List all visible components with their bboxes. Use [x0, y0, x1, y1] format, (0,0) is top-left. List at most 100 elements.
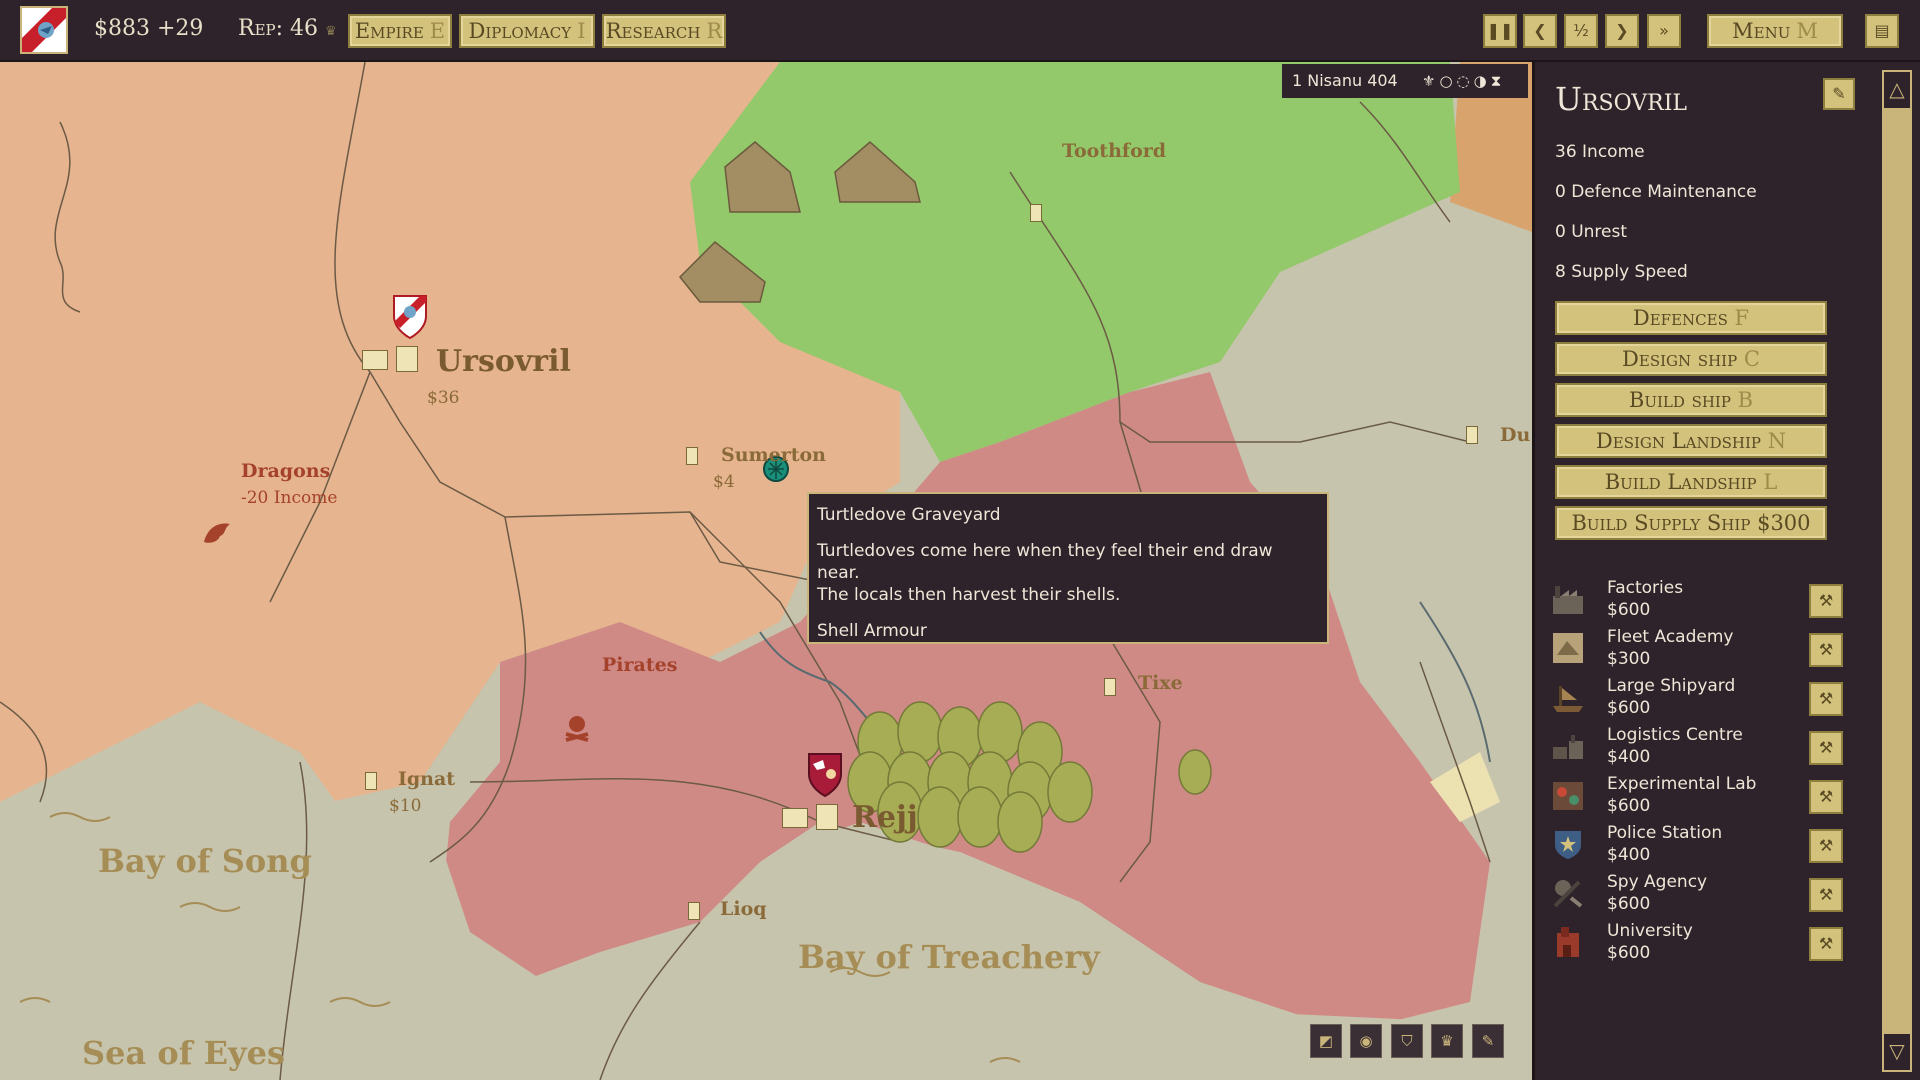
build-landship-button-label: Build Landship — [1604, 470, 1757, 494]
build-supply-ship-button-label: Build Supply Ship $300 — [1571, 511, 1811, 535]
empire-button[interactable]: Empire E — [348, 14, 452, 48]
reputation-label: Rep: 46 — [238, 16, 319, 41]
city-label-sumerton[interactable]: Sumerton — [721, 444, 826, 466]
scroll-down-button[interactable]: ▽ — [1882, 1032, 1912, 1072]
build-police-station-button[interactable]: ⚒ — [1809, 829, 1843, 863]
map-mode-4-button[interactable]: ♛ — [1431, 1024, 1463, 1058]
building-cost: $600 — [1607, 698, 1651, 718]
hammer-icon: ⚒ — [1818, 591, 1834, 610]
build-supply-ship-button[interactable]: Build Supply Ship $300 — [1555, 506, 1827, 540]
building-row: University $600 ⚒ — [1551, 921, 1861, 965]
city-panel-title: Ursovril — [1555, 80, 1688, 118]
fast-forward-icon: » — [1659, 21, 1669, 40]
tixe-town-marker[interactable] — [1104, 678, 1116, 696]
city-label-rejj[interactable]: Rejj — [852, 800, 918, 835]
scroll-up-button[interactable]: △ — [1882, 70, 1912, 110]
build-large-shipyard-button[interactable]: ⚒ — [1809, 682, 1843, 716]
building-name: Fleet Academy — [1607, 627, 1734, 647]
city-label-ignat[interactable]: Ignat — [398, 768, 455, 790]
empire-button-label: Empire — [354, 19, 424, 43]
building-cost: $600 — [1607, 943, 1651, 963]
university-icon — [1557, 927, 1579, 957]
speed-half-button[interactable]: ½ — [1564, 14, 1598, 48]
toothford-town-marker[interactable] — [1030, 204, 1042, 222]
defences-button[interactable]: Defences F — [1555, 301, 1827, 335]
pirates-label[interactable]: Pirates — [602, 654, 677, 676]
player-flag-icon[interactable] — [20, 6, 68, 54]
city-label-tixe[interactable]: Tixe — [1138, 672, 1183, 694]
defences-button-label: Defences — [1632, 306, 1728, 330]
building-row: Logistics Centre $400 ⚒ — [1551, 725, 1861, 769]
building-name: Logistics Centre — [1607, 725, 1743, 745]
map-mode-2-button[interactable]: ◉ — [1350, 1024, 1382, 1058]
design-ship-button[interactable]: Design ship C — [1555, 342, 1827, 376]
build-ship-button[interactable]: Build ship B — [1555, 383, 1827, 417]
panel-scrollbar[interactable]: △ ▽ — [1876, 62, 1920, 1080]
build-spy-agency-button[interactable]: ⚒ — [1809, 878, 1843, 912]
map-mode-3-button[interactable]: ⛉ — [1391, 1024, 1423, 1058]
build-factories-button[interactable]: ⚒ — [1809, 584, 1843, 618]
design-ship-button-label: Design ship — [1622, 347, 1738, 371]
treasury-value: $883 +29 — [94, 16, 204, 41]
lioq-town-marker[interactable] — [688, 902, 700, 920]
pirate-skull-icon[interactable] — [562, 712, 592, 742]
hammer-icon: ⚒ — [1818, 640, 1834, 659]
tooltip-line-2: The locals then harvest their shells. — [817, 585, 1121, 605]
build-landship-button[interactable]: Build Landship L — [1555, 465, 1827, 499]
hammer-icon: ⚒ — [1818, 689, 1834, 708]
design-landship-button-label: Design Landship — [1595, 429, 1761, 453]
map-mode-1-button[interactable]: ◩ — [1310, 1024, 1342, 1058]
design-landship-button[interactable]: Design Landship N — [1555, 424, 1827, 458]
city-income-ignat: $10 — [389, 796, 422, 816]
build-landship-hotkey: L — [1763, 470, 1778, 494]
build-fleet-academy-button[interactable]: ⚒ — [1809, 633, 1843, 667]
build-university-button[interactable]: ⚒ — [1809, 927, 1843, 961]
play-icon: ❯ — [1615, 21, 1629, 40]
building-name: Police Station — [1607, 823, 1723, 843]
ursovril-buildings-icon[interactable] — [362, 346, 422, 372]
dragon-icon[interactable] — [200, 518, 234, 548]
build-logistics-centre-button[interactable]: ⚒ — [1809, 731, 1843, 765]
hammer-icon: ⚒ — [1818, 885, 1834, 904]
menu-button[interactable]: Menu M — [1707, 14, 1843, 48]
menu-button-label: Menu — [1732, 19, 1791, 43]
ursovril-shield-icon[interactable] — [390, 292, 430, 342]
stat-defence-maintenance: 0 Defence Maintenance — [1555, 182, 1757, 202]
rejj-shield-icon[interactable] — [805, 750, 845, 800]
building-row: Experimental Lab $600 ⚒ — [1551, 774, 1861, 818]
city-label-lioq[interactable]: Lioq — [720, 898, 767, 920]
building-name: University — [1607, 921, 1693, 941]
speed-fast-button[interactable]: » — [1647, 14, 1681, 48]
ignat-town-marker[interactable] — [365, 772, 377, 790]
speed-normal-button[interactable]: ❯ — [1605, 14, 1639, 48]
rewind-icon: ❮ — [1533, 21, 1547, 40]
building-name: Large Shipyard — [1607, 676, 1736, 696]
triangle-down-icon: ▽ — [1889, 1039, 1905, 1063]
city-label-du[interactable]: Du — [1500, 424, 1530, 446]
sumerton-town-marker[interactable] — [686, 447, 698, 465]
empire-hotkey: E — [429, 19, 446, 43]
pause-button[interactable]: ❚❚ — [1483, 14, 1517, 48]
crown-icon: ♛ — [325, 24, 337, 39]
building-name: Factories — [1607, 578, 1684, 598]
building-row: Fleet Academy $300 ⚒ — [1551, 627, 1861, 671]
triangle-up-icon: △ — [1889, 77, 1905, 101]
dragons-label[interactable]: Dragons — [241, 460, 330, 482]
city-label-ursovril[interactable]: Ursovril — [436, 344, 571, 379]
city-label-toothford[interactable]: Toothford — [1062, 140, 1166, 162]
du-town-marker[interactable] — [1466, 426, 1478, 444]
scrollbar-thumb[interactable] — [1882, 70, 1912, 1072]
rename-city-button[interactable]: ✎ — [1823, 78, 1855, 110]
diplomacy-button[interactable]: Diplomacy I — [459, 14, 595, 48]
design-ship-hotkey: C — [1743, 347, 1760, 371]
build-experimental-lab-button[interactable]: ⚒ — [1809, 780, 1843, 814]
speed-slowest-button[interactable]: ❮ — [1523, 14, 1557, 48]
map-mode-5-button[interactable]: ✎ — [1472, 1024, 1504, 1058]
encyclopedia-button[interactable]: ▤ — [1865, 14, 1899, 48]
menu-hotkey: M — [1796, 19, 1818, 43]
factory-icon — [1553, 586, 1583, 614]
research-button[interactable]: Research R — [602, 14, 726, 48]
building-name: Spy Agency — [1607, 872, 1708, 892]
building-cost: $400 — [1607, 845, 1651, 865]
rejj-buildings-icon[interactable] — [782, 804, 842, 830]
